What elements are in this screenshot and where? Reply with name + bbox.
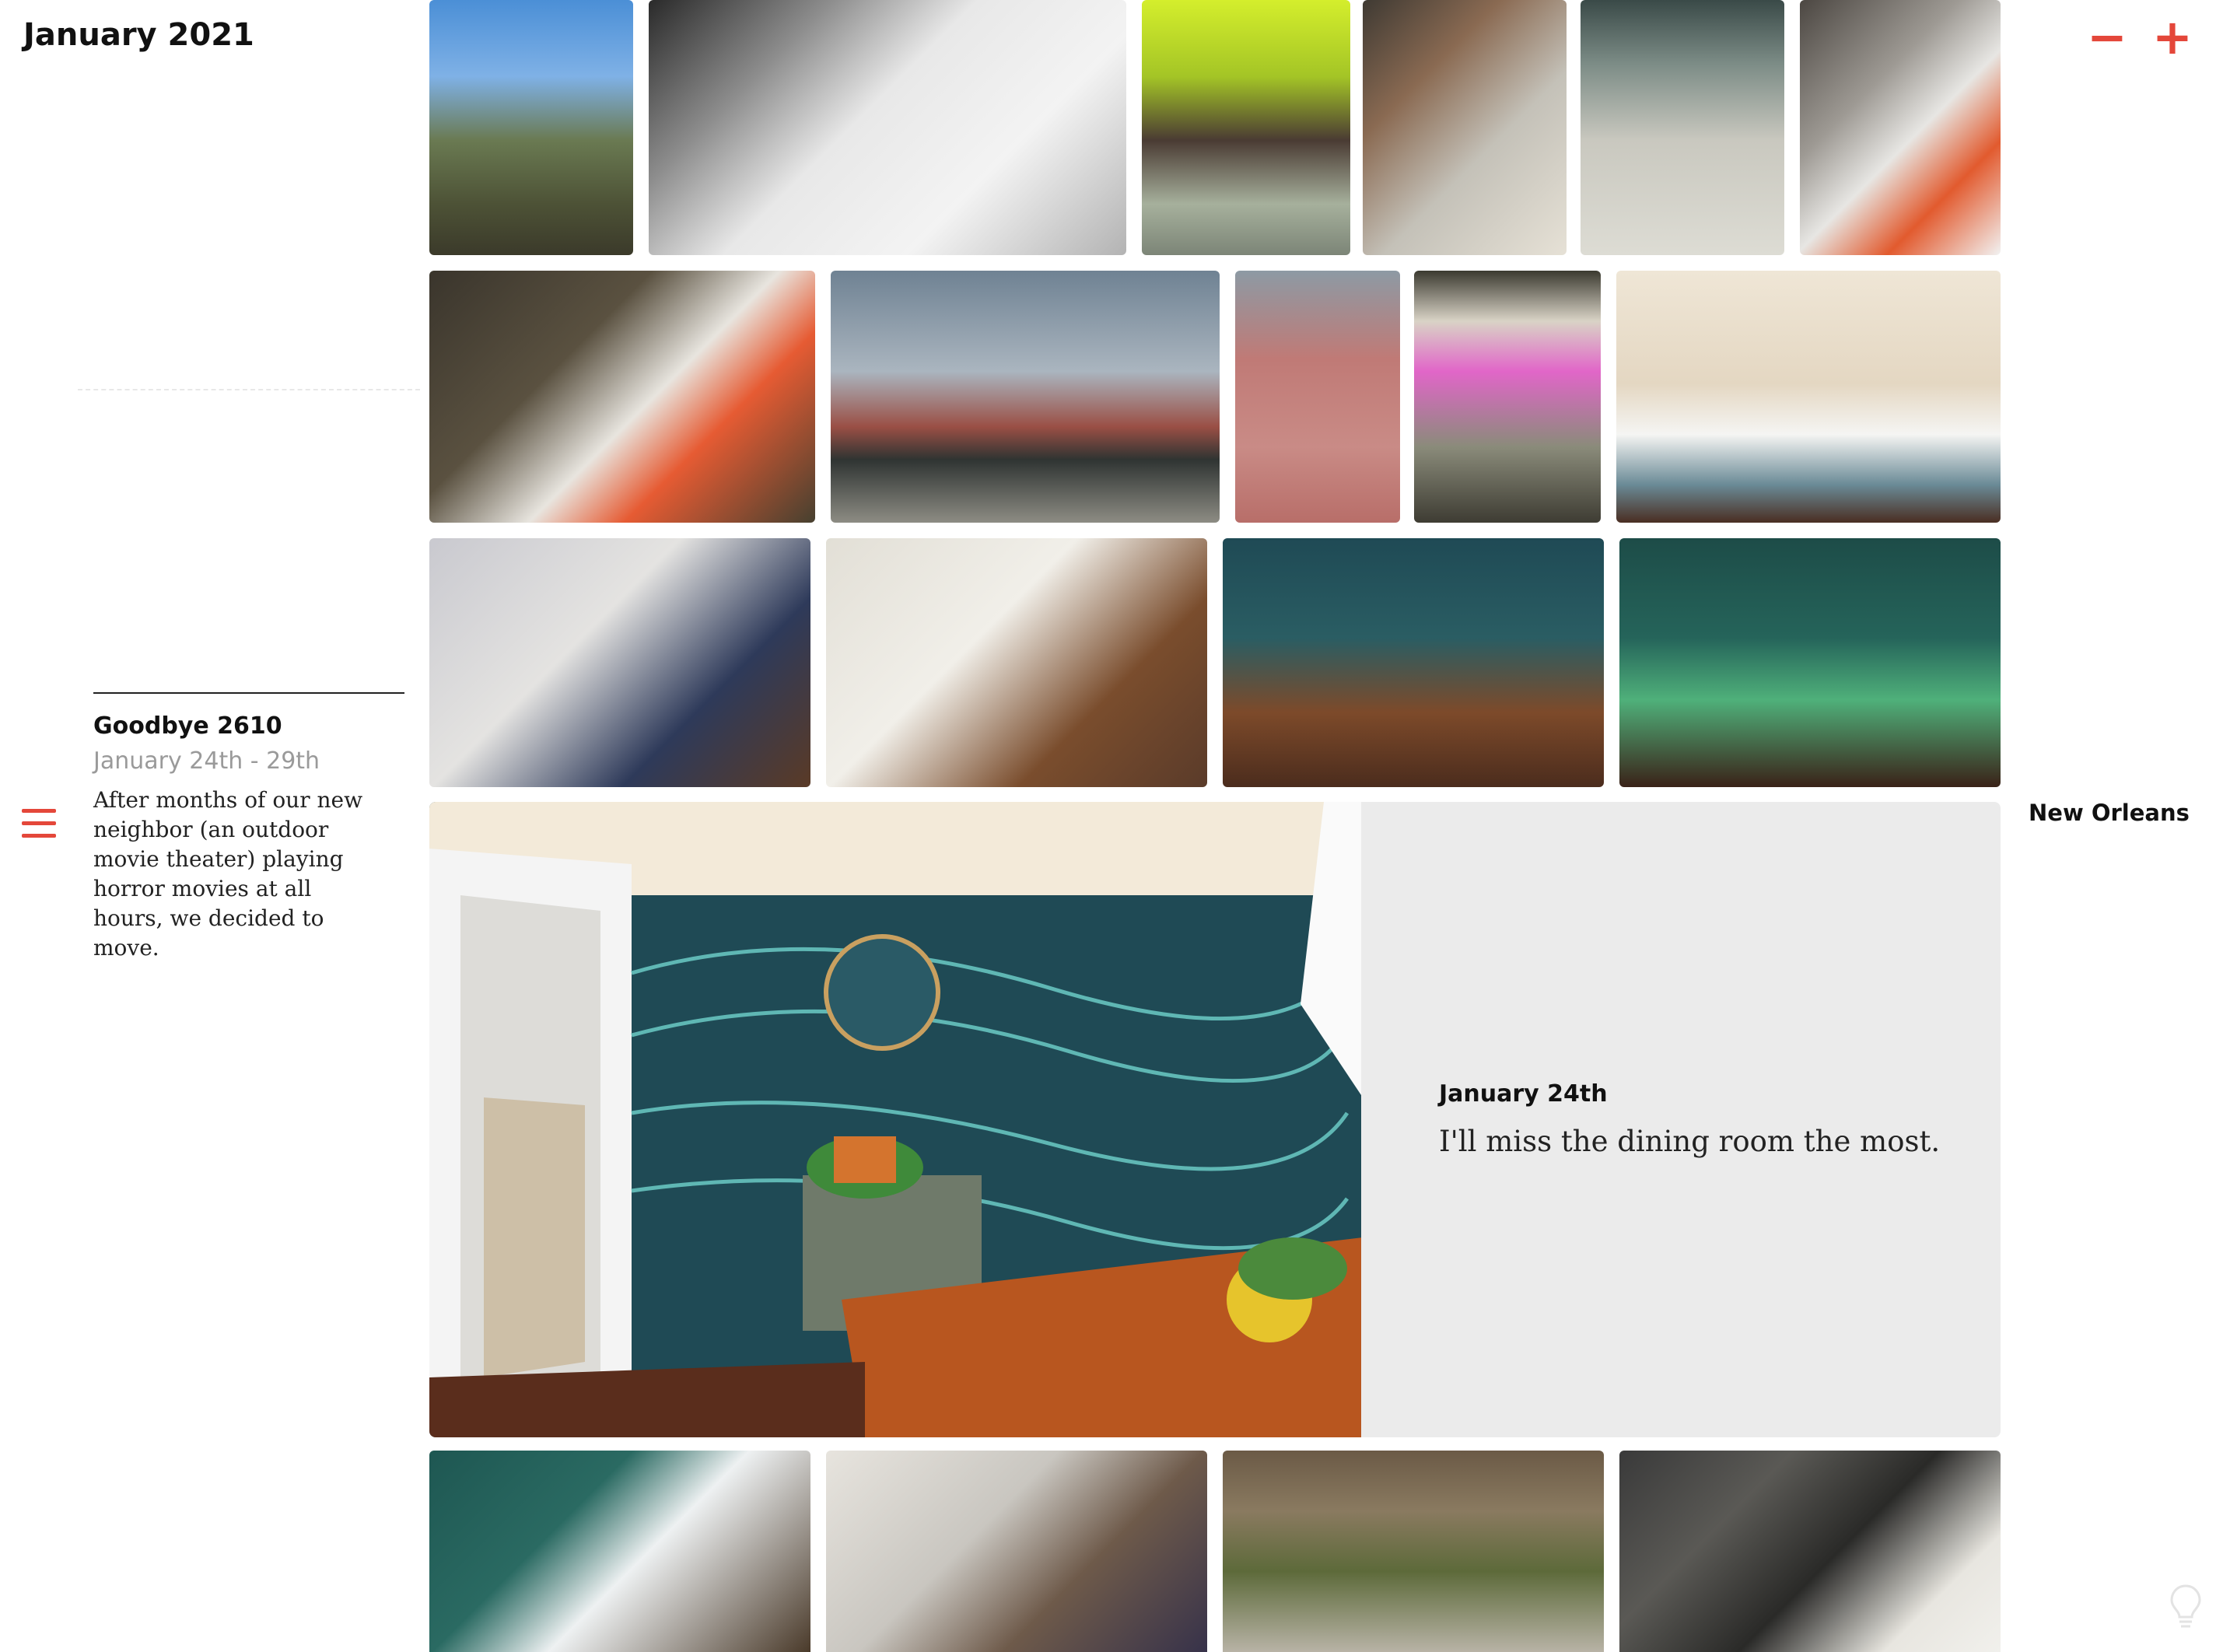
event-title: Goodbye 2610 [93, 712, 282, 740]
zoom-out-button[interactable]: − [2087, 9, 2127, 65]
photo-lighthouse-print[interactable] [1581, 0, 1784, 255]
photo-living-room-guitar[interactable] [826, 1451, 1207, 1652]
dining-room-illustration [429, 802, 1363, 1437]
photo-building-sign[interactable] [1235, 271, 1400, 523]
photo-bedroom-door[interactable] [826, 538, 1207, 787]
photo-print-sketch[interactable] [649, 0, 1126, 255]
photo-pink-print[interactable] [1414, 271, 1601, 523]
caption-date: January 24th [1439, 1080, 1608, 1108]
event-divider [93, 692, 404, 694]
month-title: January 2021 [23, 17, 254, 53]
featured-caption-panel: January 24th I'll miss the dining room t… [1361, 802, 2001, 1437]
hamburger-menu-icon[interactable] [22, 809, 56, 840]
photo-teal-dining[interactable] [1223, 538, 1604, 787]
photo-prints-on-floor[interactable] [429, 271, 815, 523]
event-description: After months of our new neighbor (an out… [93, 787, 363, 961]
zoom-in-icon: + [2152, 9, 2193, 65]
photo-teal-window-room[interactable] [429, 1451, 810, 1652]
photo-kitchen-sink[interactable] [1619, 1451, 2001, 1652]
photo-couple-portrait[interactable] [429, 0, 633, 255]
photo-backyard-patio[interactable] [1223, 1451, 1604, 1652]
photo-artist-working[interactable] [1363, 0, 1567, 255]
location-label: New Orleans [2029, 800, 2190, 826]
event-summary: Goodbye 2610 January 24th - 29th After m… [93, 692, 404, 963]
zoom-in-button[interactable]: + [2152, 9, 2193, 65]
timeline-divider [78, 389, 420, 390]
photo-dining-room-featured[interactable] [429, 802, 1363, 1437]
photo-outdoor-lot[interactable] [831, 271, 1220, 523]
photo-green-sofa[interactable] [1619, 538, 2001, 787]
photo-bright-bedroom[interactable] [1616, 271, 2001, 523]
photo-screen-print-press[interactable] [1142, 0, 1350, 255]
zoom-controls: − + [2087, 9, 2193, 65]
zoom-out-icon: − [2087, 9, 2127, 65]
photo-home-office[interactable] [429, 538, 810, 787]
caption-text: I'll miss the dining room the most. [1439, 1125, 1941, 1158]
lightbulb-icon[interactable] [2170, 1583, 2201, 1629]
event-dates: January 24th - 29th [93, 747, 320, 775]
photo-orange-print[interactable] [1800, 0, 2001, 255]
